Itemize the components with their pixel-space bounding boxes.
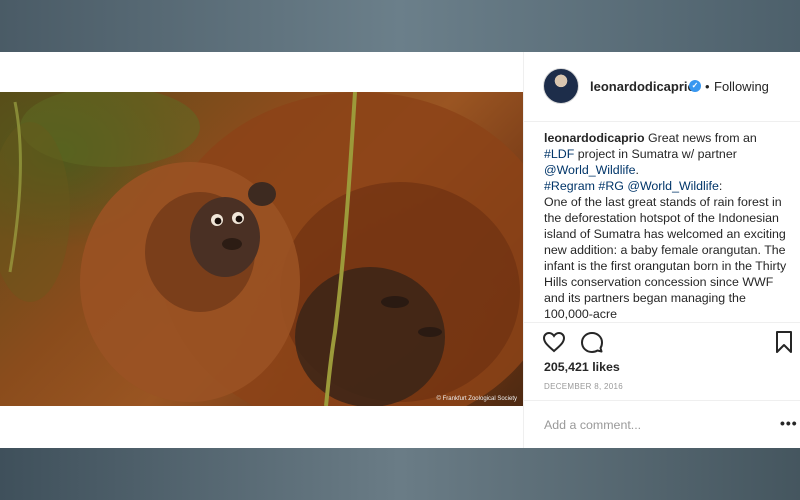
photo-credit: © Frankfurt Zoological Society <box>436 396 517 402</box>
post-caption: leonardodicaprio Great news from an #LDF… <box>544 130 788 320</box>
more-options-button[interactable]: ••• <box>780 415 798 431</box>
caption-username[interactable]: leonardodicaprio <box>544 131 645 145</box>
hashtag-link[interactable]: #LDF <box>544 147 574 161</box>
post-photo[interactable]: © Frankfurt Zoological Society <box>0 92 523 406</box>
caption-text: project in Sumatra w/ partner <box>574 147 737 161</box>
mention-link[interactable]: @World_Wildlife <box>544 163 636 177</box>
avatar[interactable] <box>543 68 579 104</box>
header-separator: • <box>705 79 710 94</box>
like-count[interactable]: 205,421 likes <box>544 360 620 374</box>
comment-bar: ••• <box>524 400 800 448</box>
hashtag-link[interactable]: #RG <box>598 179 623 193</box>
header-username[interactable]: leonardodicaprio <box>590 79 695 94</box>
comment-input[interactable] <box>544 415 744 435</box>
post-date: DECEMBER 8, 2016 <box>544 382 624 391</box>
caption-text: Great news from an <box>644 131 757 145</box>
following-button[interactable]: Following <box>714 79 769 94</box>
orangutan-photo-art <box>0 92 523 406</box>
verified-badge-icon: ✓ <box>689 80 701 92</box>
action-bar <box>524 322 800 362</box>
background-bottom <box>0 448 800 500</box>
caption-text: : <box>718 179 723 193</box>
comment-icon[interactable] <box>580 330 604 354</box>
post-header: leonardodicaprio ✓ • Following <box>524 52 800 122</box>
background-top <box>0 0 800 52</box>
heart-icon[interactable] <box>542 330 566 354</box>
mention-link[interactable]: @World_Wildlife <box>627 179 719 193</box>
hashtag-link[interactable]: #Regram <box>544 179 595 193</box>
caption-body: One of the last great stands of rain for… <box>544 195 787 320</box>
caption-text: . <box>635 163 639 177</box>
bookmark-icon[interactable] <box>772 330 796 354</box>
